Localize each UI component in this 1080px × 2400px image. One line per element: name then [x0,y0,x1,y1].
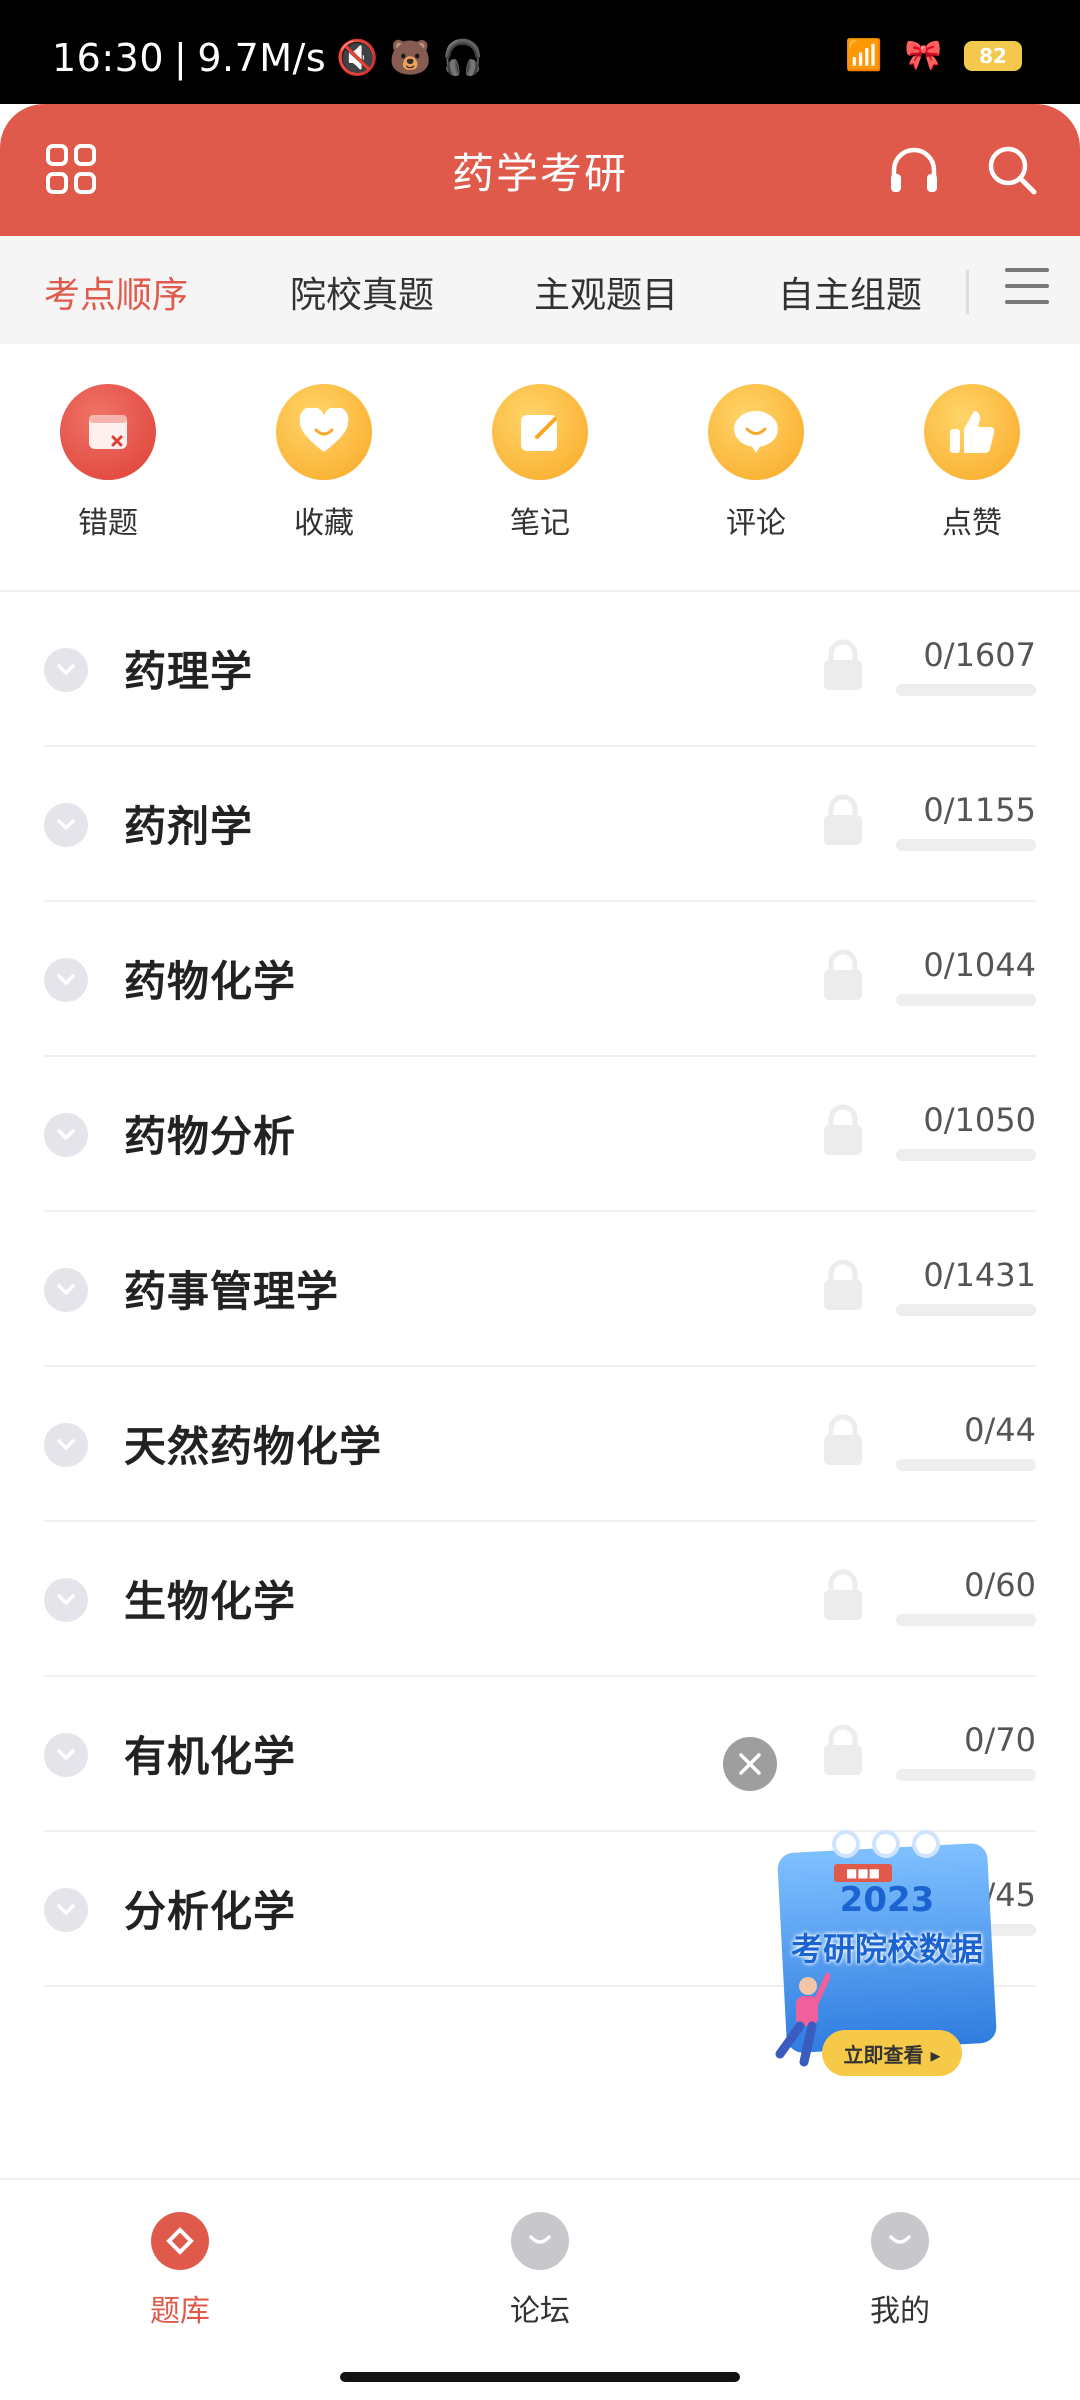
chevron-down-icon[interactable] [44,1578,88,1622]
subject-count: 0/1155 [923,791,1036,829]
quick-action-notes[interactable]: 笔记 [480,384,600,542]
notes-edit-icon [492,384,588,480]
bear-icon: 🐻 [389,38,432,78]
subject-row[interactable]: 药理学 0/1607 [44,592,1036,747]
quick-action-favorite[interactable]: 收藏 [264,384,384,542]
wrong-questions-icon [60,384,156,480]
subject-title: 药理学 [124,647,254,696]
question-bank-icon [151,2212,209,2270]
lock-icon [824,1724,862,1775]
promo-rings [832,1830,952,1860]
subject-row[interactable]: 药事管理学 0/1431 [44,1212,1036,1367]
thumbs-up-icon [924,384,1020,480]
chevron-down-icon[interactable] [44,648,88,692]
subject-title: 有机化学 [124,1732,297,1781]
nav-tiku[interactable]: 题库 [100,2212,260,2330]
subject-title: 药事管理学 [124,1267,340,1316]
progress-bar [896,1614,1036,1626]
promo-year: 2023 [839,1880,935,1920]
subject-title: 分析化学 [124,1887,297,1936]
lock-icon [824,1259,862,1310]
profile-icon [871,2212,929,2270]
bottom-nav: 题库 论坛 我的 [0,2178,1080,2400]
subject-count: 0/44 [964,1411,1036,1449]
status-bar: 16:30 | 9.7M/s 🔇 🐻 🎧 📶 🎀 82 [0,0,1080,104]
promo-view-button[interactable]: 立即查看 ▸ [822,2030,962,2076]
subject-count: 0/60 [964,1566,1036,1604]
promo-banner[interactable]: ■■■ 2023 考研院校数据 立即查看 ▸ [762,1830,1012,2080]
lock-icon [824,794,862,845]
nav-mine[interactable]: 我的 [820,2212,980,2330]
chevron-down-icon[interactable] [44,1733,88,1777]
chevron-down-icon[interactable] [44,958,88,1002]
sticker-icon: 🎀 [904,38,942,73]
tab-kaodian[interactable]: 考点顺序 [44,266,188,318]
tab-divider [966,270,969,314]
student-illustration-icon [775,1973,830,2067]
subject-title: 药剂学 [124,802,254,851]
subject-row[interactable]: 药物化学 0/1044 [44,902,1036,1057]
quick-actions: 错题 收藏 笔记 评论 点赞 [0,344,1080,592]
subject-row[interactable]: 药物分析 0/1050 [44,1057,1036,1212]
status-time: 16:30 [52,36,165,80]
lock-icon [824,1569,862,1620]
mute-icon: 🔇 [336,38,379,78]
subject-row[interactable]: 有机化学 0/70 [44,1677,1036,1832]
comment-bubble-icon [708,384,804,480]
tab-zizhu[interactable]: 自主组题 [778,266,922,318]
quick-action-comment[interactable]: 评论 [696,384,816,542]
chevron-down-icon[interactable] [44,1888,88,1932]
close-icon [739,1753,761,1775]
status-left: 16:30 | 9.7M/s 🔇 🐻 🎧 [52,36,485,80]
quick-action-like[interactable]: 点赞 [912,384,1032,542]
lock-icon [824,1104,862,1155]
chevron-down-icon[interactable] [44,1423,88,1467]
tab-yuanxiao[interactable]: 院校真题 [290,266,434,318]
home-indicator[interactable] [340,2372,740,2382]
subject-count: 0/1044 [923,946,1036,984]
subject-row[interactable]: 天然药物化学 0/44 [44,1367,1036,1522]
progress-bar [896,994,1036,1006]
subject-title: 天然药物化学 [124,1422,383,1471]
forum-icon [511,2212,569,2270]
search-icon[interactable] [984,142,1040,198]
wifi-icon: 📶 [845,38,883,73]
subject-title: 药物化学 [124,957,297,1006]
progress-bar [896,684,1036,696]
status-right: 📶 🎀 82 [845,38,1022,73]
lock-icon [824,639,862,690]
nav-forum[interactable]: 论坛 [460,2212,620,2330]
tab-zhuguan[interactable]: 主观题目 [534,266,678,318]
subject-title: 药物分析 [124,1112,297,1161]
progress-bar [896,1769,1036,1781]
subject-count: 0/1607 [923,636,1036,674]
progress-bar [896,839,1036,851]
subject-count: 0/1050 [923,1101,1036,1139]
progress-bar [896,1459,1036,1471]
category-tabs: 考点顺序 院校真题 主观题目 自主组题 [0,236,1080,344]
subject-title: 生物化学 [124,1577,297,1626]
subject-count: 0/1431 [923,1256,1036,1294]
quick-action-wrong[interactable]: 错题 [48,384,168,542]
subject-count: 0/70 [964,1721,1036,1759]
chevron-down-icon[interactable] [44,803,88,847]
chevron-down-icon[interactable] [44,1268,88,1312]
network-speed: 9.7M/s [197,36,327,80]
headphones-icon[interactable] [886,142,942,198]
headset-status-icon: 🎧 [441,38,485,78]
lock-icon [824,1414,862,1465]
menu-icon[interactable] [1005,268,1049,312]
close-promo-button[interactable] [723,1737,777,1791]
progress-bar [896,1304,1036,1316]
app-header: 药学考研 [0,104,1080,236]
promo-text: 考研院校数据 [790,1930,983,1968]
lock-icon [824,949,862,1000]
progress-bar [896,1149,1036,1161]
chevron-down-icon[interactable] [44,1113,88,1157]
favorite-heart-icon [276,384,372,480]
battery-icon: 82 [964,40,1022,71]
subject-row[interactable]: 药剂学 0/1155 [44,747,1036,902]
subject-row[interactable]: 生物化学 0/60 [44,1522,1036,1677]
